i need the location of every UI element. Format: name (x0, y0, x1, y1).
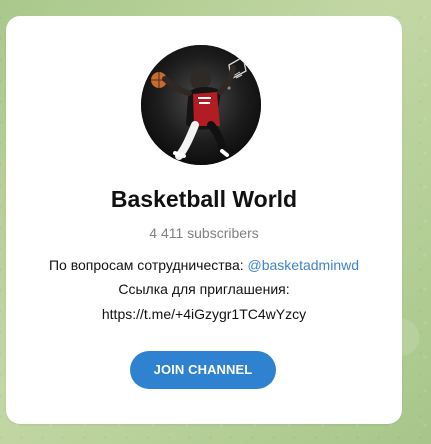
channel-description-line-2: Ссылка для приглашения: (118, 281, 290, 297)
channel-description-line-1: По вопросам сотрудничества: @basketadmin… (16, 257, 392, 273)
admin-mention-link[interactable]: @basketadminwd (248, 257, 360, 273)
basketball-player-image (141, 45, 261, 165)
channel-title: Basketball World (110, 186, 298, 212)
channel-avatar (141, 45, 261, 165)
channel-preview-card: Basketball World 4 411 subscribers По во… (6, 16, 402, 424)
subscriber-count: 4 411 subscribers (149, 225, 259, 241)
channel-invite-link[interactable]: https://t.me/+4iGzygr1TC4wYzcy (16, 306, 392, 322)
join-channel-button[interactable]: JOIN CHANNEL (130, 351, 276, 389)
description-prefix: По вопросам сотрудничества: (48, 257, 248, 273)
